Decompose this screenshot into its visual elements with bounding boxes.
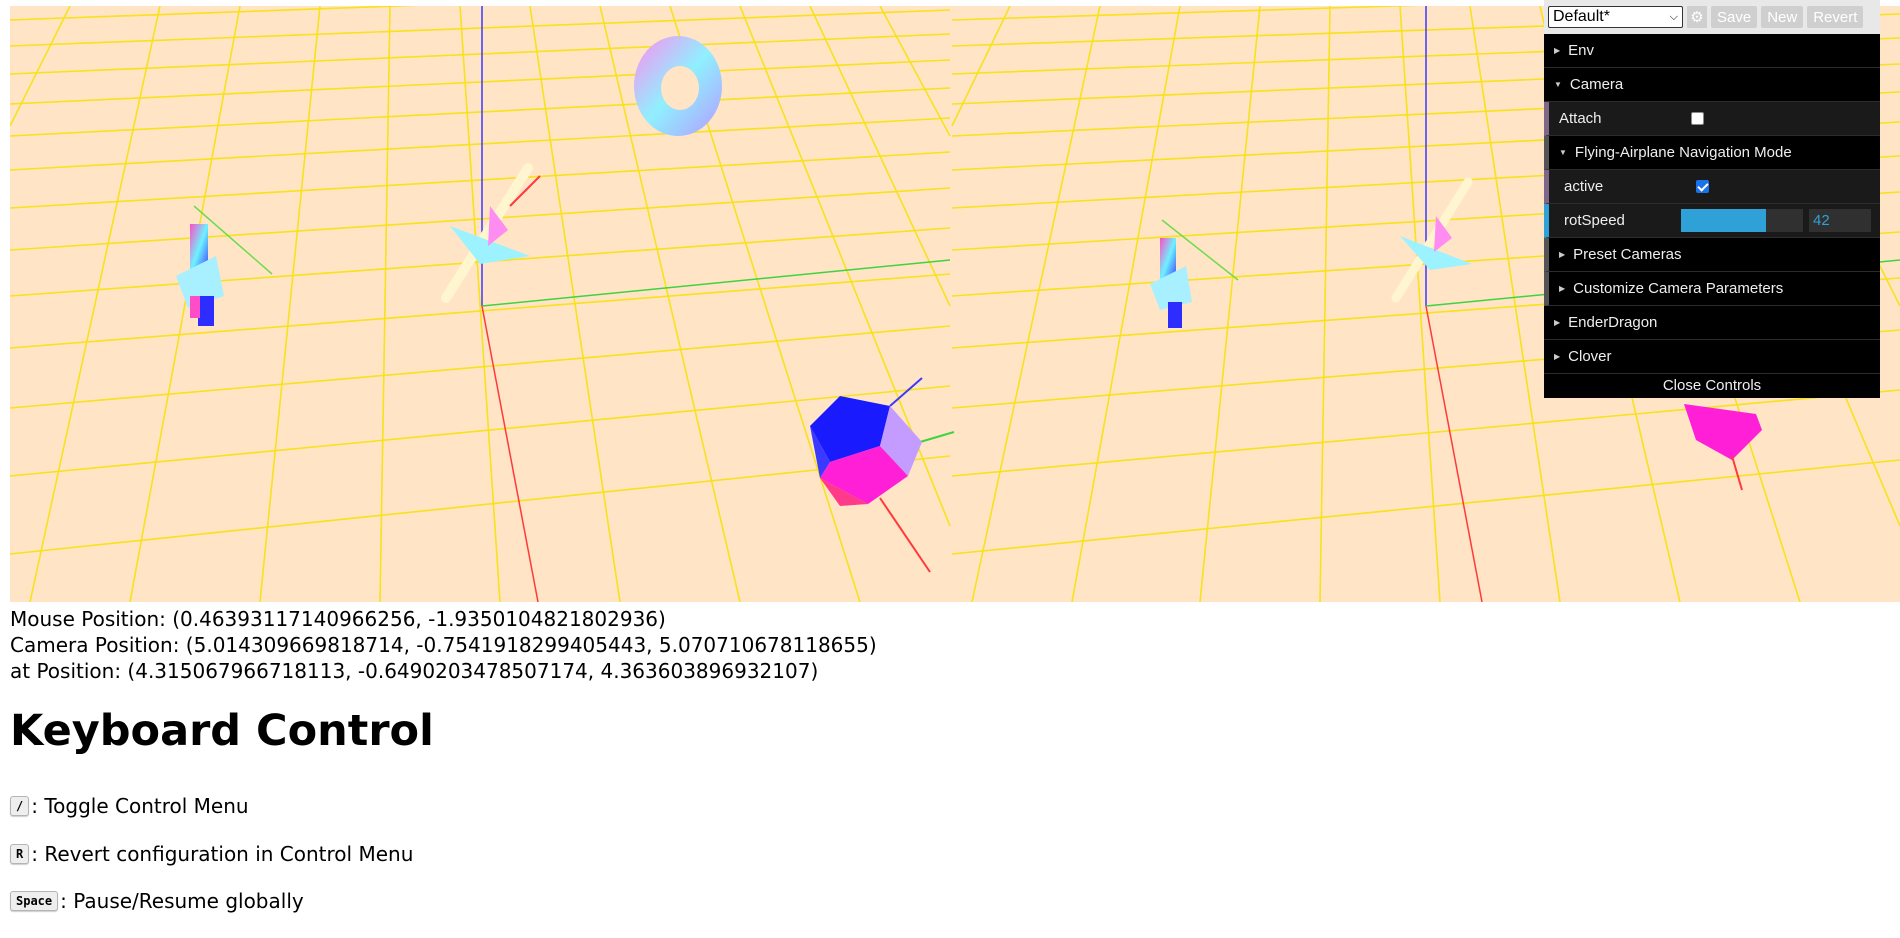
triangle-right-icon: ▶: [1559, 284, 1566, 293]
key-slash: /: [10, 796, 30, 816]
axis-x-left: [481, 259, 951, 307]
attach-checkbox[interactable]: [1691, 112, 1704, 125]
attach-control: Attach: [1544, 102, 1880, 136]
preset-select-value: Default*: [1553, 8, 1610, 25]
folder-flying-label: Flying-Airplane Navigation Mode: [1574, 144, 1792, 161]
new-button[interactable]: New: [1761, 6, 1804, 28]
status-info: Mouse Position: (0.46393117140966256, -1…: [10, 606, 877, 684]
triangle-right-icon: ▶: [1554, 352, 1561, 361]
triangle-down-icon: ▼: [1559, 148, 1567, 157]
keyboard-item: R : Revert configuration in Control Menu: [10, 842, 413, 866]
keyboard-item: Space : Pause/Resume globally: [10, 889, 304, 913]
folder-customize-camera[interactable]: ▶ Customize Camera Parameters: [1544, 272, 1880, 306]
triangle-right-icon: ▶: [1559, 250, 1566, 259]
key-r: R: [10, 844, 30, 864]
active-checkbox[interactable]: [1696, 180, 1709, 193]
folder-env[interactable]: ▶ Env: [1544, 34, 1880, 68]
rotspeed-slider-fill: [1681, 209, 1767, 232]
camera-position: Camera Position: (5.014309669818714, -0.…: [10, 633, 877, 657]
revert-button[interactable]: Revert: [1807, 6, 1864, 28]
folder-camera[interactable]: ▼ Camera: [1544, 68, 1880, 102]
folder-flying-airplane[interactable]: ▼ Flying-Airplane Navigation Mode: [1544, 136, 1880, 170]
triangle-down-icon: ▼: [1554, 80, 1562, 89]
folder-clover[interactable]: ▶ Clover: [1544, 340, 1880, 374]
folder-customize-label: Customize Camera Parameters: [1573, 280, 1784, 297]
key-desc: : Revert configuration in Control Menu: [31, 842, 414, 866]
folder-enderdragon[interactable]: ▶ EnderDragon: [1544, 306, 1880, 340]
rotspeed-control: rotSpeed 42: [1544, 204, 1880, 238]
attach-label: Attach: [1559, 110, 1602, 127]
key-space: Space: [10, 891, 59, 911]
active-label: active: [1564, 178, 1604, 195]
folder-clover-label: Clover: [1568, 348, 1612, 365]
rotspeed-label: rotSpeed: [1564, 212, 1625, 229]
airplane-model-right: [1391, 177, 1473, 303]
folder-enderdragon-label: EnderDragon: [1568, 314, 1658, 331]
preset-bar: Default* ⌵ ⚙ Save New Revert: [1544, 0, 1880, 34]
control-panel: Default* ⌵ ⚙ Save New Revert ▶ Env ▼ Cam…: [1544, 0, 1880, 398]
folder-preset-cameras-label: Preset Cameras: [1573, 246, 1682, 263]
folder-camera-label: Camera: [1569, 76, 1624, 93]
enderdragon-model-right: [1150, 219, 1239, 328]
folder-env-label: Env: [1568, 42, 1595, 59]
grid-left: [10, 6, 951, 602]
keyboard-item: / : Toggle Control Menu: [10, 794, 249, 818]
save-button[interactable]: Save: [1711, 6, 1758, 28]
preset-select[interactable]: Default* ⌵: [1548, 6, 1683, 28]
triangle-right-icon: ▶: [1554, 46, 1561, 55]
axis-z-right: [1425, 305, 1483, 602]
chevron-down-icon: ⌵: [1669, 10, 1678, 23]
icosahedron-model: [810, 377, 955, 573]
close-controls-button[interactable]: Close Controls: [1544, 374, 1880, 398]
mouse-position: Mouse Position: (0.46393117140966256, -1…: [10, 607, 666, 631]
rotspeed-slider[interactable]: [1681, 209, 1803, 232]
torus-model: [634, 36, 722, 136]
active-control: active: [1544, 170, 1880, 204]
rotspeed-input[interactable]: 42: [1809, 209, 1871, 232]
folder-preset-cameras[interactable]: ▶ Preset Cameras: [1544, 238, 1880, 272]
keyboard-control-title: Keyboard Control: [10, 706, 434, 756]
triangle-right-icon: ▶: [1554, 318, 1561, 327]
key-desc: : Toggle Control Menu: [31, 794, 249, 818]
airplane-model-left: [441, 163, 541, 303]
key-desc: : Pause/Resume globally: [60, 889, 304, 913]
at-position: at Position: (4.315067966718113, -0.6490…: [10, 659, 819, 683]
gear-icon[interactable]: ⚙: [1687, 6, 1707, 28]
enderdragon-model-left: [176, 205, 273, 326]
